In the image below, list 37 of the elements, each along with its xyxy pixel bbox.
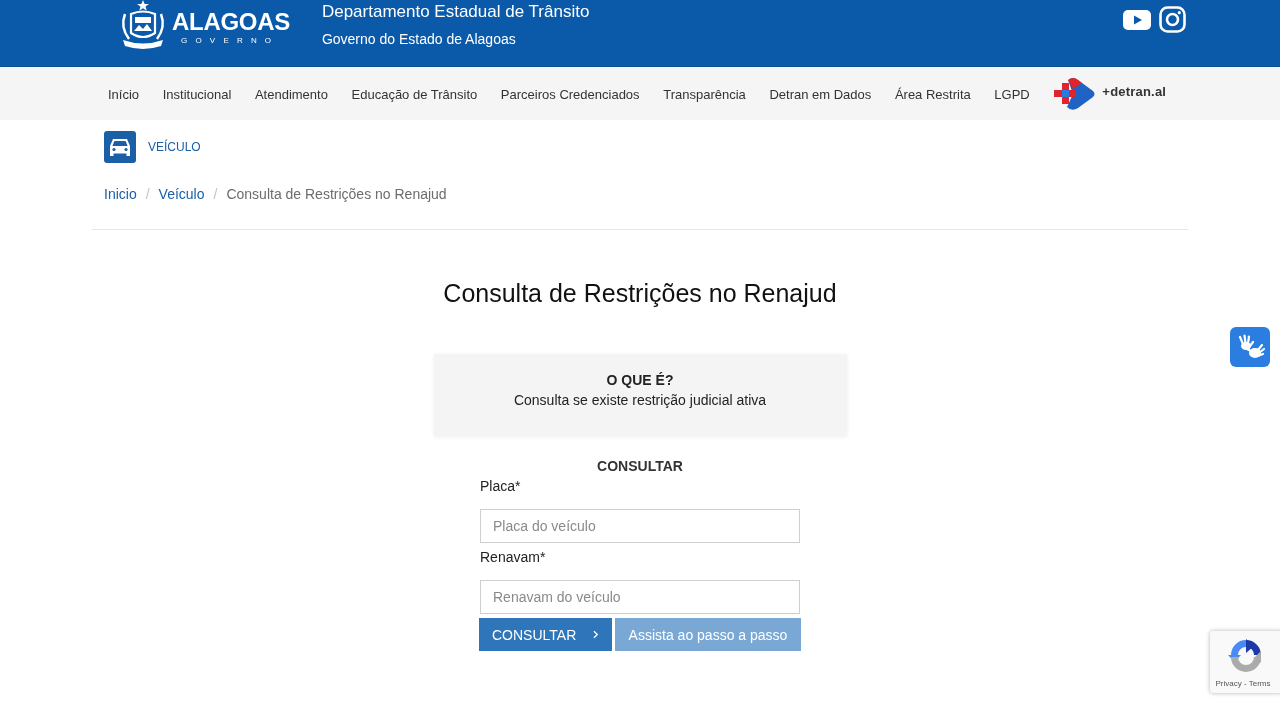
info-text: Consulta se existe restrição judicial ativa xyxy=(513,391,767,410)
logo-tagline: GOVERNO xyxy=(181,36,280,46)
consult-button[interactable]: CONSULTAR xyxy=(479,618,612,651)
site-title: Departamento Estadual de Trânsito xyxy=(321,2,590,22)
car-icon xyxy=(104,131,136,163)
nav-link[interactable]: Parceiros Credenciados xyxy=(500,85,640,104)
nav-link[interactable]: LGPD xyxy=(994,85,1030,104)
breadcrumb-separator: / xyxy=(145,185,150,204)
plus-arrow-logo-icon[interactable] xyxy=(1053,76,1096,111)
nav-link[interactable]: Educação de Trânsito xyxy=(351,85,478,104)
nav-link[interactable]: Transparência xyxy=(663,85,746,104)
breadcrumb-link[interactable]: Veículo xyxy=(158,184,205,204)
logo-wordmark: ALAGOAS xyxy=(172,9,290,35)
nav-link[interactable]: Atendimento xyxy=(254,85,328,104)
field-label: Renavam* xyxy=(480,548,546,567)
nav-link[interactable]: Institucional xyxy=(162,85,232,104)
breadcrumb-separator: / xyxy=(213,185,218,204)
breadcrumb-current: Consulta de Restrições no Renajud xyxy=(226,185,447,204)
breadcrumb-link[interactable]: Inicio xyxy=(104,184,137,204)
hands-icon[interactable] xyxy=(1230,327,1270,367)
page-title: Consulta de Restrições no Renajud xyxy=(443,278,837,308)
brand-name[interactable]: +detran.al xyxy=(1102,84,1167,99)
form-heading: CONSULTAR xyxy=(597,457,683,476)
info-heading: O QUE É? xyxy=(606,371,674,390)
nav-link[interactable]: Início xyxy=(108,85,140,104)
nav-link[interactable]: Detran em Dados xyxy=(769,85,872,104)
circular-arrows-icon xyxy=(1228,637,1264,675)
privacy-terms-links[interactable]: Privacy - Terms xyxy=(1215,679,1271,689)
site-subtitle: Governo do Estado de Alagoas xyxy=(321,30,516,48)
input-field[interactable]: Placa do veículo xyxy=(480,509,800,543)
nav-link[interactable]: Área Restrita xyxy=(894,85,971,104)
field-label: Placa* xyxy=(480,477,521,496)
camera-icon[interactable] xyxy=(1159,6,1186,33)
chevron-right-icon xyxy=(593,630,599,639)
input-field[interactable]: Renavam do veículo xyxy=(480,580,800,614)
play-button-icon[interactable] xyxy=(1123,9,1151,30)
section-title: VEÍCULO xyxy=(148,140,201,154)
